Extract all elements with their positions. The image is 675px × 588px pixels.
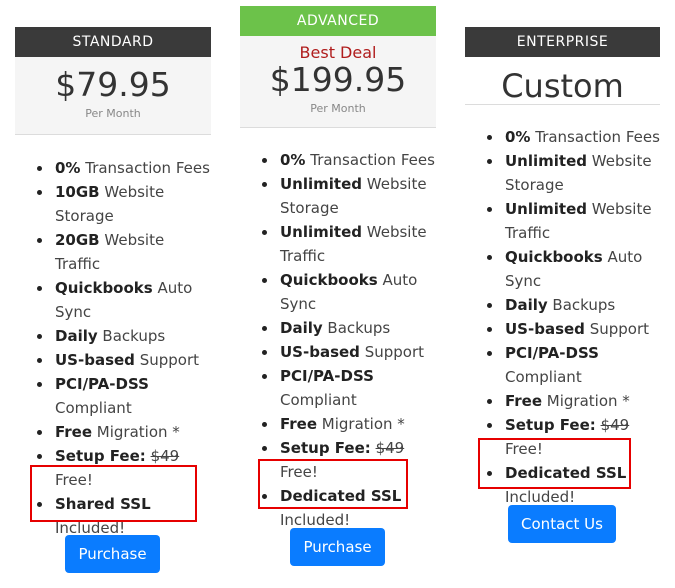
feature-item: Unlimited Website Storage — [485, 149, 665, 197]
feature-item: Free Migration * — [35, 420, 211, 444]
feature-item: US-based Support — [485, 317, 665, 341]
feature-item: Quickbooks Auto Sync — [260, 268, 440, 316]
feature-item: Free Migration * — [485, 389, 665, 413]
feature-item: Free Migration * — [260, 412, 440, 436]
feature-item: Daily Backups — [485, 293, 665, 317]
ssl-highlight-box — [30, 465, 197, 522]
feature-item: Daily Backups — [260, 316, 440, 340]
feature-item: PCI/PA-DSS Compliant — [485, 341, 665, 389]
feature-item: 0% Transaction Fees — [260, 148, 440, 172]
plan-enterprise: ENTERPRISE Custom — [465, 27, 660, 105]
plan-standard-header: STANDARD — [15, 27, 211, 57]
feature-item: Unlimited Website Traffic — [260, 220, 440, 268]
feature-item: Quickbooks Auto Sync — [35, 276, 211, 324]
plan-advanced-header: ADVANCED — [240, 6, 436, 36]
feature-item: 0% Transaction Fees — [485, 125, 665, 149]
plan-advanced-period: Per Month — [310, 102, 366, 116]
purchase-button-advanced[interactable]: Purchase — [290, 528, 385, 566]
plan-standard-price: $79.95 — [55, 65, 171, 104]
feature-item: 10GB Website Storage — [35, 180, 211, 228]
feature-item: PCI/PA-DSS Compliant — [260, 364, 440, 412]
feature-item: PCI/PA-DSS Compliant — [35, 372, 211, 420]
ssl-highlight-box — [258, 459, 408, 509]
best-deal-label: Best Deal — [299, 43, 377, 62]
plan-advanced: ADVANCED Best Deal $199.95 Per Month — [240, 6, 436, 128]
plan-advanced-price: $199.95 — [269, 60, 407, 99]
feature-item: Quickbooks Auto Sync — [485, 245, 665, 293]
feature-item: 0% Transaction Fees — [35, 156, 211, 180]
feature-item: 20GB Website Traffic — [35, 228, 211, 276]
purchase-button-standard[interactable]: Purchase — [65, 535, 160, 573]
contact-us-button[interactable]: Contact Us — [508, 505, 616, 543]
plan-advanced-pricebox: Best Deal $199.95 Per Month — [240, 36, 436, 128]
plan-standard-period: Per Month — [85, 107, 141, 121]
feature-item: Unlimited Website Storage — [260, 172, 440, 220]
feature-item: US-based Support — [35, 348, 211, 372]
plan-enterprise-price: Custom — [501, 67, 624, 105]
ssl-highlight-box — [478, 438, 631, 489]
feature-item: Unlimited Website Traffic — [485, 197, 665, 245]
plan-standard-pricebox: $79.95 Per Month — [15, 57, 211, 135]
plan-enterprise-pricebox: Custom — [465, 57, 660, 105]
feature-item: Daily Backups — [35, 324, 211, 348]
plan-enterprise-header: ENTERPRISE — [465, 27, 660, 57]
feature-item: US-based Support — [260, 340, 440, 364]
plan-standard: STANDARD $79.95 Per Month — [15, 27, 211, 135]
